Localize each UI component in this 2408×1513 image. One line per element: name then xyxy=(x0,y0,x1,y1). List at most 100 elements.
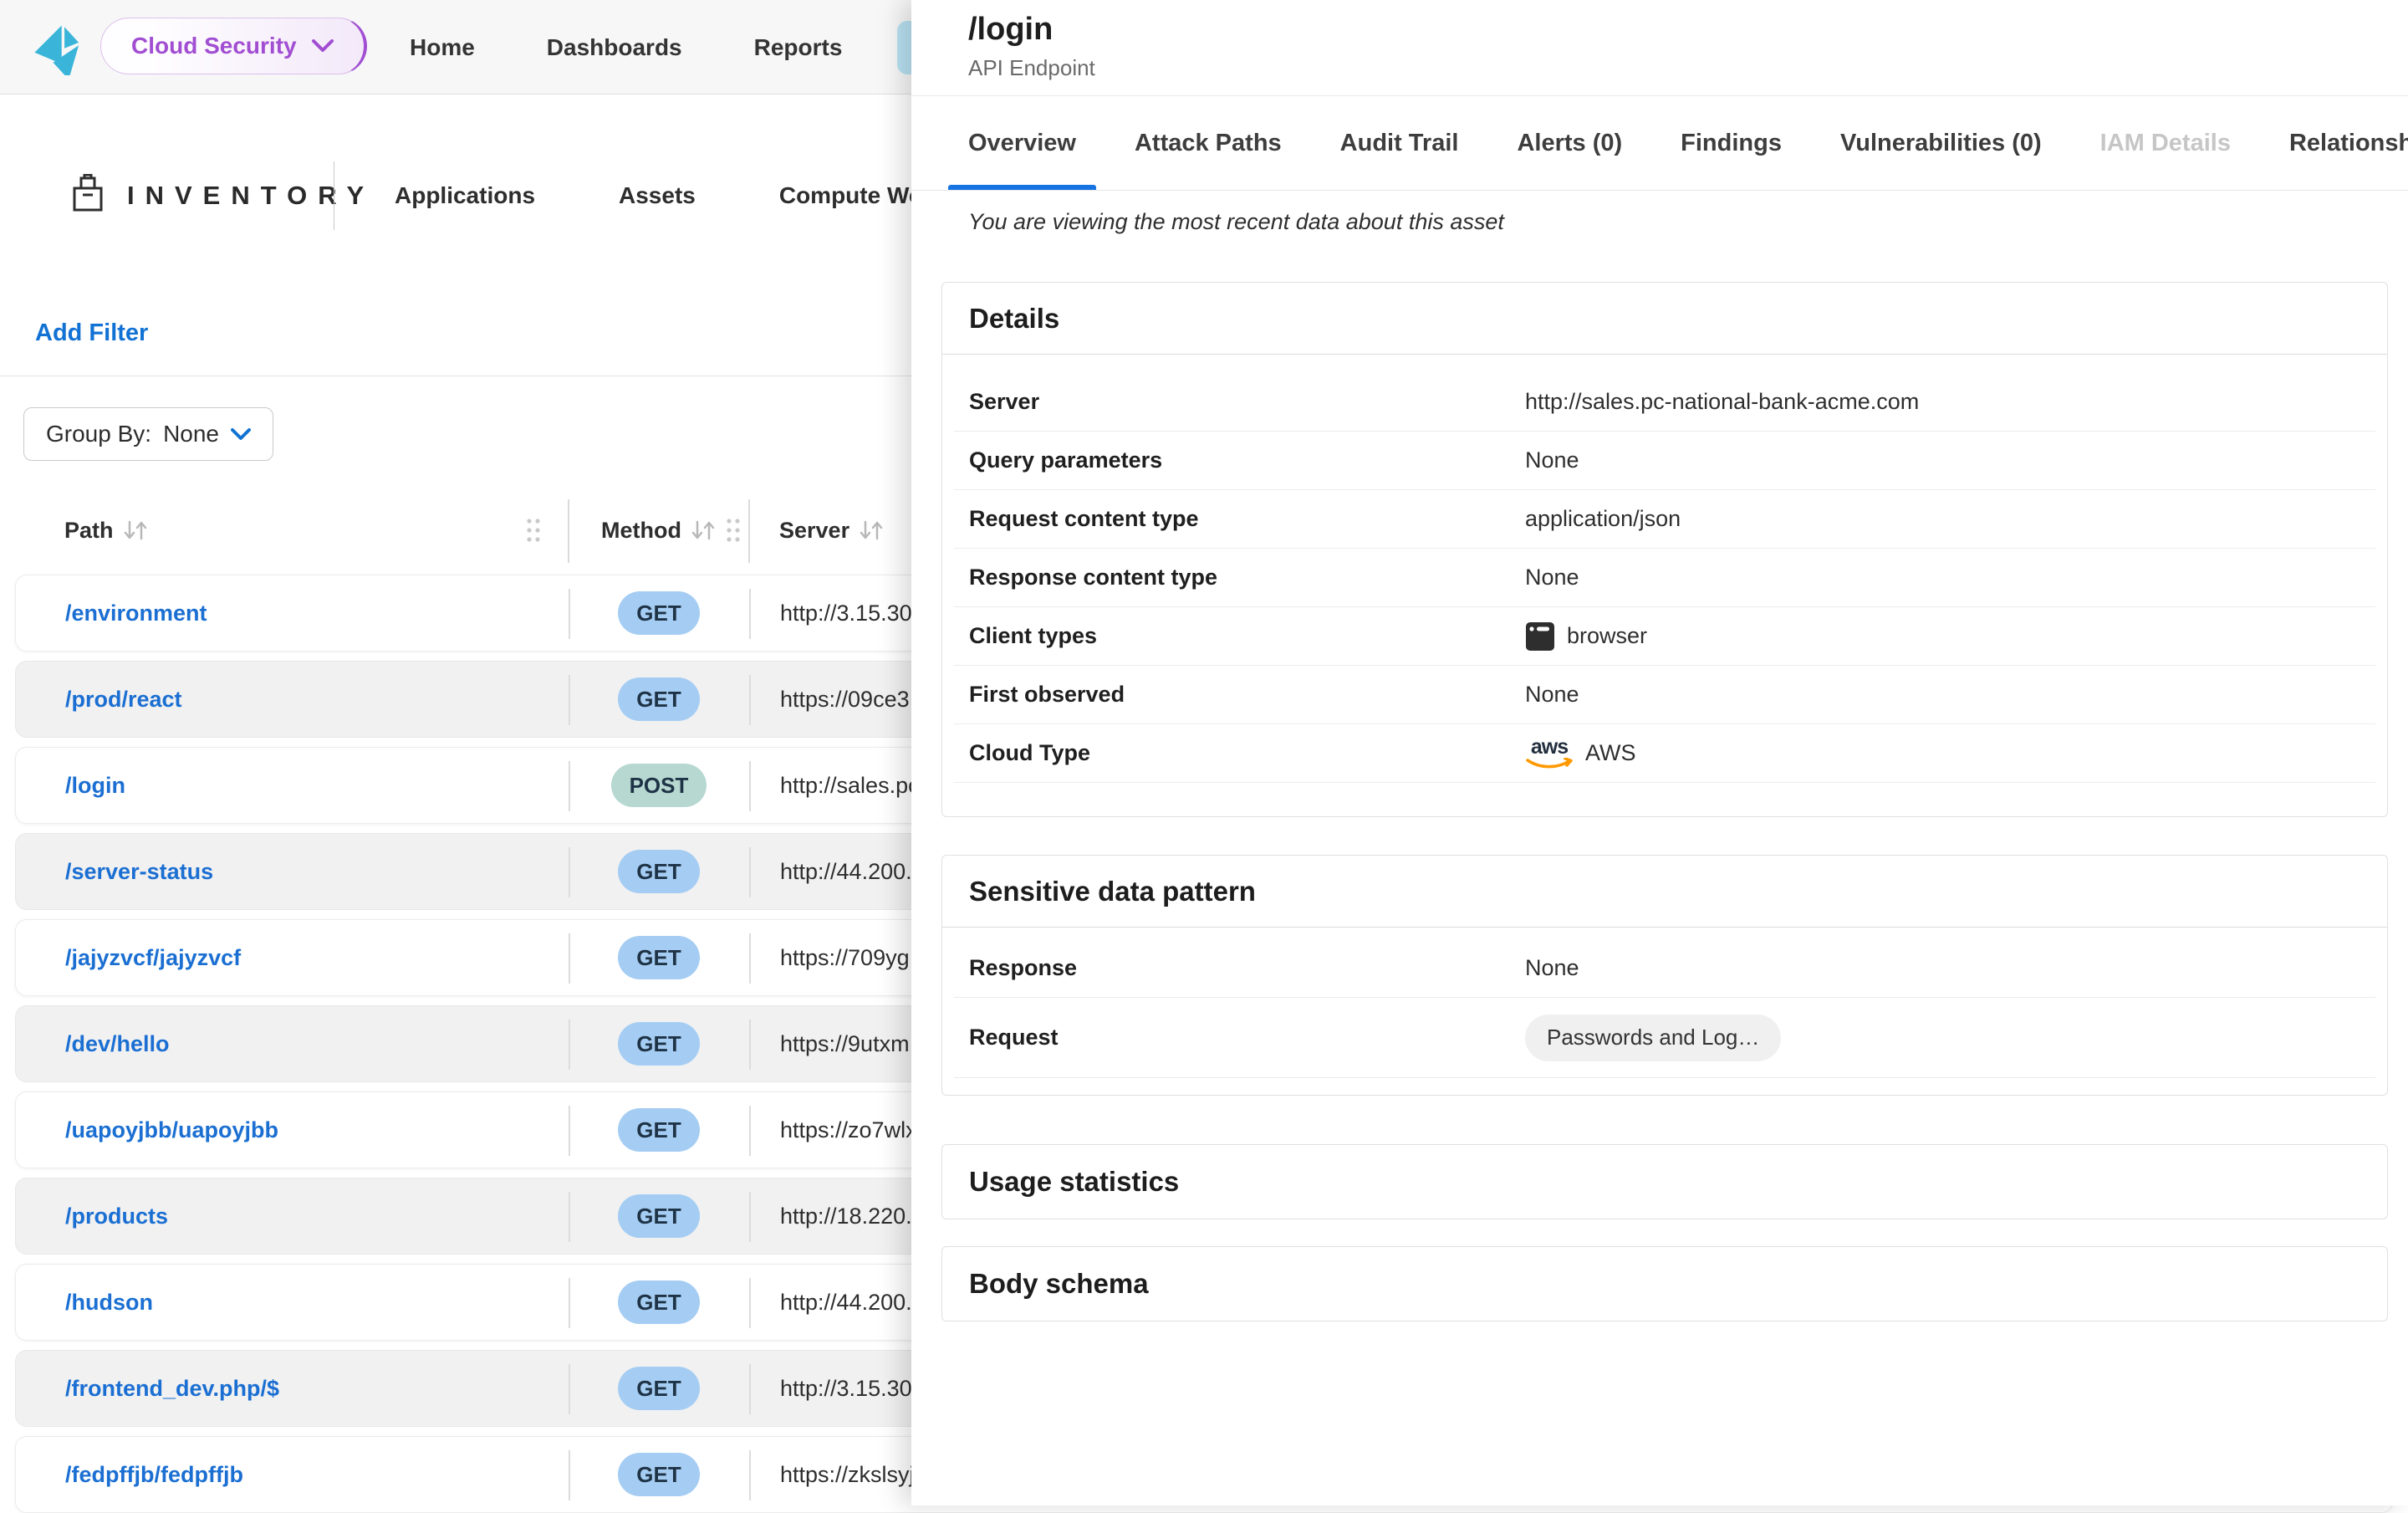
group-by-value: None xyxy=(163,421,219,447)
method-badge: GET xyxy=(618,1453,699,1496)
divider xyxy=(749,933,751,984)
tab-label: Vulnerabilities (0) xyxy=(1840,130,2042,157)
endpoint-path-link[interactable]: /products xyxy=(65,1178,168,1254)
tab-attack-paths[interactable]: Attack Paths xyxy=(1135,96,1282,190)
detail-value: None xyxy=(1525,447,1579,473)
divider xyxy=(749,847,751,897)
detail-row: First observedNone xyxy=(954,666,2375,724)
detail-value: http://sales.pc-national-bank-acme.com xyxy=(1525,389,1919,415)
server-cell: https://zkslsyj xyxy=(780,1437,915,1512)
logo-icon xyxy=(32,18,89,75)
sensitive-data-row: ResponseNone xyxy=(954,939,2375,998)
chevron-down-icon xyxy=(312,39,334,53)
tab-alerts-0[interactable]: Alerts (0) xyxy=(1517,96,1622,190)
recency-notice: You are viewing the most recent data abo… xyxy=(968,209,1504,235)
detail-row: Request content typeapplication/json xyxy=(954,490,2375,549)
endpoint-path-link[interactable]: /uapoyjbb/uapoyjbb xyxy=(65,1092,278,1168)
nav-item-reports[interactable]: Reports xyxy=(737,21,860,74)
column-header-server[interactable]: Server xyxy=(779,509,885,552)
divider xyxy=(749,1020,751,1070)
divider xyxy=(749,675,751,725)
product-switcher[interactable]: Cloud Security xyxy=(100,18,367,74)
usage-statistics-section[interactable]: Usage statistics xyxy=(941,1144,2388,1219)
drag-handle-icon[interactable] xyxy=(525,517,542,544)
column-label: Server xyxy=(779,518,849,544)
server-cell: https://zo7wlx xyxy=(780,1092,917,1168)
usage-statistics-title: Usage statistics xyxy=(942,1145,2387,1219)
tab-findings[interactable]: Findings xyxy=(1681,96,1782,190)
endpoint-path-link[interactable]: /jajyzvcf/jajyzvcf xyxy=(65,920,241,995)
server-cell: https://709yg xyxy=(780,920,910,995)
detail-label: Response content type xyxy=(969,565,1525,590)
endpoint-path-link[interactable]: /server-status xyxy=(65,834,213,909)
server-cell: https://09ce3 xyxy=(780,662,910,737)
detail-label: Cloud Type xyxy=(969,740,1525,766)
inventory-tab-assets[interactable]: Assets xyxy=(599,169,716,222)
method-badge: GET xyxy=(618,1367,699,1410)
panel-title: /login xyxy=(968,12,1053,48)
divider xyxy=(749,1192,751,1242)
detail-label: Server xyxy=(969,389,1525,415)
sort-icon[interactable] xyxy=(122,518,149,543)
endpoint-path-link[interactable]: /prod/react xyxy=(65,662,182,737)
method-badge: GET xyxy=(618,1194,699,1238)
tab-iam-details: IAM Details xyxy=(2100,96,2231,190)
method-badge: GET xyxy=(618,1280,699,1324)
inventory-icon xyxy=(70,174,105,216)
endpoint-path-link[interactable]: /environment xyxy=(65,575,207,651)
endpoint-path-link[interactable]: /dev/hello xyxy=(65,1006,170,1081)
divider xyxy=(749,589,751,639)
divider xyxy=(749,1450,751,1500)
browser-icon xyxy=(1525,621,1555,652)
tab-vulnerabilities-0[interactable]: Vulnerabilities (0) xyxy=(1840,96,2042,190)
asset-detail-panel: /login API Endpoint OverviewAttack Paths… xyxy=(911,0,2408,1505)
tab-label: Attack Paths xyxy=(1135,130,1282,157)
tab-label: Relationships xyxy=(2289,130,2408,157)
endpoint-path-link[interactable]: /frontend_dev.php/$ xyxy=(65,1351,279,1426)
nav-item-dashboards[interactable]: Dashboards xyxy=(530,21,699,74)
server-cell: http://sales.pc xyxy=(780,748,920,823)
method-badge: GET xyxy=(618,677,699,721)
tab-label: Findings xyxy=(1681,130,1782,157)
server-cell: https://9utxm xyxy=(780,1006,910,1081)
group-by-dropdown[interactable]: Group By: None xyxy=(23,407,273,461)
tab-label: Alerts (0) xyxy=(1517,130,1622,157)
panel-tabs: Overview Attack Paths Audit Trail Alerts (0… xyxy=(968,96,2408,190)
detail-label: Client types xyxy=(969,623,1525,649)
method-badge: GET xyxy=(618,936,699,979)
detail-value: None xyxy=(1525,682,1579,708)
tab-relationships[interactable]: Relationships xyxy=(2289,96,2408,190)
divider xyxy=(568,499,569,563)
body-schema-title: Body schema xyxy=(942,1247,2387,1321)
tab-audit-trail[interactable]: Audit Trail xyxy=(1340,96,1459,190)
endpoint-path-link[interactable]: /fedpffjb/fedpffjb xyxy=(65,1437,243,1512)
server-cell: http://44.200. xyxy=(780,834,912,909)
column-header-method[interactable]: Method xyxy=(601,509,742,552)
endpoint-path-link[interactable]: /login xyxy=(65,748,125,823)
tab-overview[interactable]: Overview xyxy=(968,96,1076,190)
tab-label: IAM Details xyxy=(2100,130,2231,157)
detail-label: Request content type xyxy=(969,506,1525,532)
tab-label: Audit Trail xyxy=(1340,130,1459,157)
inventory-tab-applications[interactable]: Applications xyxy=(375,169,555,222)
sensitive-data-card: Sensitive data pattern ResponseNone Reque… xyxy=(941,855,2388,1096)
detail-row: Response content typeNone xyxy=(954,549,2375,607)
add-filter-button[interactable]: Add Filter xyxy=(35,319,148,347)
detail-row: Serverhttp://sales.pc-national-bank-acme… xyxy=(954,373,2375,432)
column-label: Path xyxy=(64,518,114,544)
sort-icon[interactable] xyxy=(690,518,717,543)
body-schema-section[interactable]: Body schema xyxy=(941,1246,2388,1321)
sort-icon[interactable] xyxy=(858,518,885,543)
nav-item-home[interactable]: Home xyxy=(393,21,492,74)
endpoint-path-link[interactable]: /hudson xyxy=(65,1265,153,1340)
divider xyxy=(748,499,750,563)
method-badge: GET xyxy=(618,850,699,893)
column-header-path[interactable]: Path xyxy=(64,509,149,552)
aws-icon: aws xyxy=(1525,737,1574,769)
product-switcher-label: Cloud Security xyxy=(131,33,297,59)
sensitive-data-card-title: Sensitive data pattern xyxy=(942,856,2387,928)
sensitive-pattern-chip[interactable]: Passwords and Log… xyxy=(1525,1015,1781,1061)
drag-handle-icon[interactable] xyxy=(725,517,742,544)
detail-label: Query parameters xyxy=(969,447,1525,473)
detail-label: Request xyxy=(969,1025,1525,1050)
